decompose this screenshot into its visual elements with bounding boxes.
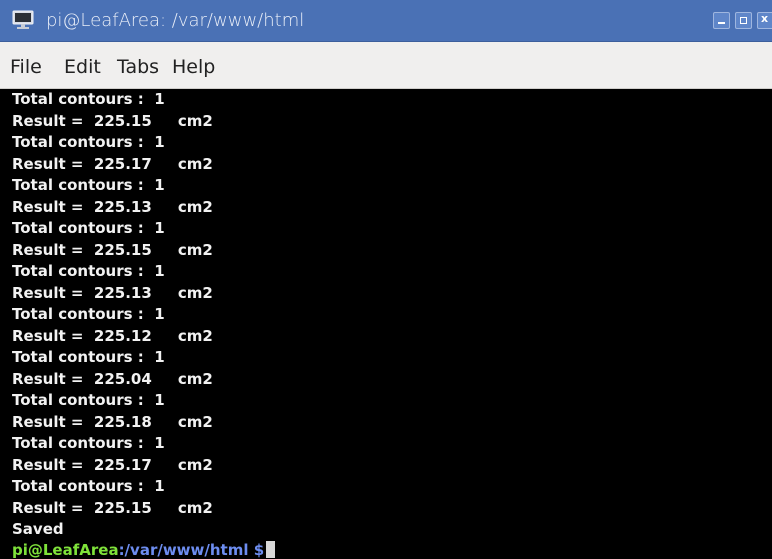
menu-help[interactable]: Help [172, 42, 215, 89]
terminal-line: Saved [12, 520, 64, 538]
terminal-line: Total contours : 1 [12, 133, 165, 151]
close-icon: x [761, 12, 769, 25]
terminal-line: Total contours : 1 [12, 219, 165, 237]
terminal-line: Total contours : 1 [12, 176, 165, 194]
terminal-line: Total contours : 1 [12, 391, 165, 409]
terminal-line: Total contours : 1 [12, 262, 165, 280]
maximize-icon [740, 17, 747, 24]
menu-tabs[interactable]: Tabs [117, 42, 159, 89]
terminal-line: Result = 225.17 cm2 [12, 154, 213, 173]
terminal-line: Result = 225.18 cm2 [12, 412, 213, 431]
terminal-line: Result = 225.13 cm2 [12, 283, 213, 302]
prompt-user-host: pi@LeafArea [12, 541, 119, 559]
terminal-line: Result = 225.15 cm2 [12, 240, 213, 259]
minimize-button[interactable] [713, 12, 730, 29]
prompt-path: :/var/www/html [118, 541, 249, 559]
terminal-window: pi@LeafArea: /var/www/html x File Edit T… [0, 0, 772, 559]
terminal-line: Total contours : 1 [12, 305, 165, 323]
menu-file[interactable]: File [10, 42, 42, 89]
minimize-icon [718, 22, 725, 24]
menu-bar: File Edit Tabs Help [0, 42, 772, 89]
terminal-line: Total contours : 1 [12, 434, 165, 452]
menu-edit[interactable]: Edit [64, 42, 101, 89]
terminal-output[interactable]: Total contours : 1 Result = 225.15 cm2 T… [0, 89, 772, 559]
terminal-line: Total contours : 1 [12, 348, 165, 366]
terminal-line: Result = 225.15 cm2 [12, 111, 213, 130]
terminal-monitor-icon [12, 10, 34, 29]
text-cursor [266, 541, 276, 558]
terminal-line: Total contours : 1 [12, 90, 165, 108]
terminal-line: Total contours : 1 [12, 477, 165, 495]
prompt-sign: $ [248, 541, 265, 559]
terminal-line: Result = 225.12 cm2 [12, 326, 213, 345]
terminal-line: Result = 225.17 cm2 [12, 455, 213, 474]
close-button[interactable]: x [757, 12, 772, 29]
shell-prompt[interactable]: pi@LeafArea:/var/www/html $ [12, 540, 276, 559]
maximize-button[interactable] [735, 12, 752, 29]
terminal-line: Result = 225.13 cm2 [12, 197, 213, 216]
title-bar[interactable]: pi@LeafArea: /var/www/html x [0, 0, 772, 42]
terminal-line: Result = 225.04 cm2 [12, 369, 213, 388]
terminal-line: Result = 225.15 cm2 [12, 498, 213, 517]
window-title: pi@LeafArea: /var/www/html [46, 10, 305, 31]
